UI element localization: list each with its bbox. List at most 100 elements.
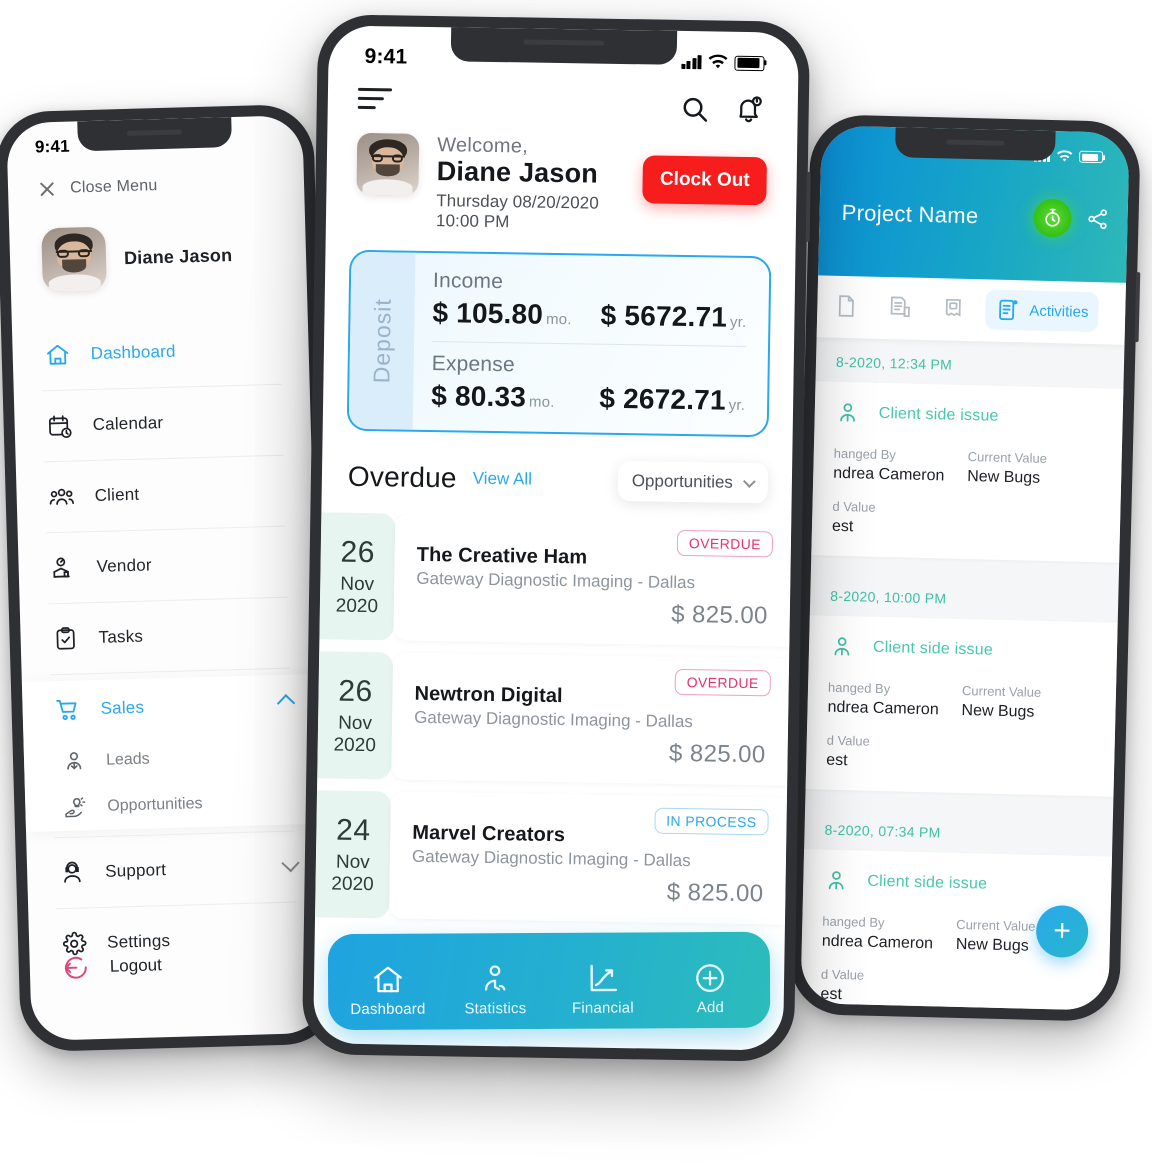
divider <box>43 454 284 463</box>
field-value: ndrea Cameron <box>821 932 934 953</box>
income-values: $ 105.80 mo. $ 5672.71 yr. <box>432 297 746 334</box>
avatar <box>356 132 420 196</box>
field-label: hanged By <box>833 445 897 463</box>
income-yearly-unit: yr. <box>729 313 747 331</box>
person-activity-icon <box>823 868 850 895</box>
section-title: Overdue <box>347 460 457 494</box>
status-badge: IN PROCESS <box>654 807 769 836</box>
page-title: Project Name <box>841 199 979 229</box>
income-yearly: $ 5672.71 yr. <box>600 300 746 334</box>
project-header: Project Name <box>818 125 1130 283</box>
income-monthly-amount: $ 105.80 <box>432 297 544 330</box>
tab-invoice[interactable] <box>877 287 924 328</box>
chevron-down-icon[interactable] <box>281 853 300 873</box>
activity-title: Client side issue <box>867 872 988 893</box>
shopping-cart-icon <box>54 696 81 723</box>
center-phone-dashboard-screen: 9:41 Welcome, Diane Jason Thursday 08/20… <box>301 14 811 1062</box>
welcome-text: Welcome, Diane Jason Thursday 08/20/2020… <box>436 134 626 234</box>
sidebar-item-dashboard[interactable]: Dashboard <box>12 319 310 385</box>
sidebar-item-leads[interactable]: Leads <box>23 732 320 786</box>
activity-title: Client side issue <box>878 404 999 425</box>
field-label: Current Value <box>967 449 1048 466</box>
date-day: 26 <box>338 674 374 708</box>
field-value: New Bugs <box>961 701 1035 721</box>
overdue-row[interactable]: 26 Nov 2020 OVERDUE The Creative Ham Gat… <box>319 512 792 647</box>
view-all-link[interactable]: View All <box>473 469 533 490</box>
notification-bell-icon[interactable] <box>734 95 764 125</box>
activity-card[interactable]: Client side issue hanged By ndrea Camero… <box>805 615 1118 797</box>
date-chip: 26 Nov 2020 <box>319 512 396 641</box>
activity-field: Current Value New Bugs <box>961 683 1096 723</box>
expense-yearly-unit: yr. <box>728 396 746 414</box>
income-yearly-amount: $ 5672.71 <box>600 299 728 333</box>
sidebar-item-client[interactable]: Client <box>16 461 314 527</box>
sidebar-item-calendar[interactable]: Calendar <box>14 390 312 456</box>
stopwatch-icon[interactable] <box>1033 198 1073 238</box>
bottom-nav-label: Dashboard <box>350 1000 426 1018</box>
search-icon[interactable] <box>680 94 710 124</box>
date-year: 2020 <box>335 595 379 617</box>
notch <box>77 117 232 152</box>
overdue-row-body: OVERDUE Newtron Digital Gateway Diagnost… <box>391 652 790 786</box>
chart-growth-icon <box>590 964 617 992</box>
activity-group: 8-2020, 10:00 PM Client side issue hange… <box>805 571 1119 812</box>
tab-document[interactable] <box>823 285 870 326</box>
activity-group: 8-2020, 12:34 PM Client side issue hange… <box>811 337 1125 578</box>
plus-icon: + <box>1052 914 1072 948</box>
company-subtitle: Gateway Diagnostic Imaging - Dallas <box>416 568 696 593</box>
income-monthly-unit: mo. <box>545 310 572 329</box>
statistics-person-icon <box>485 965 506 991</box>
company-subtitle: Gateway Diagnostic Imaging - Dallas <box>411 846 691 871</box>
profile-block[interactable]: Diane Jason <box>8 191 307 293</box>
menu-body: Close Menu Diane Jason Dashboard Calenda… <box>6 115 328 1041</box>
field-value: ndrea Cameron <box>827 698 939 719</box>
signal-icon <box>680 55 702 70</box>
sidebar-item-sales[interactable]: Sales <box>22 674 320 740</box>
bottom-nav-add[interactable]: Add <box>656 961 764 1017</box>
amount: $ 825.00 <box>668 739 766 769</box>
center-phone-screen: 9:41 Welcome, Diane Jason Thursday 08/20… <box>313 25 799 1051</box>
activity-title-row: Client side issue <box>834 400 1103 433</box>
overdue-row[interactable]: 24 Nov 2020 IN PROCESS Marvel Creators G… <box>315 790 787 925</box>
date-year: 2020 <box>331 873 374 895</box>
tab-receipt[interactable] <box>931 288 978 329</box>
expense-yearly: $ 2672.71 yr. <box>599 383 745 417</box>
opportunities-dropdown[interactable]: Opportunities <box>617 460 769 504</box>
date-month: Nov <box>335 851 370 873</box>
sidebar-item-support[interactable]: Support <box>26 837 324 903</box>
income-monthly: $ 105.80 mo. <box>432 297 572 331</box>
overdue-row-body: IN PROCESS Marvel Creators Gateway Diagn… <box>389 791 787 925</box>
activity-card[interactable]: Client side issue hanged By ndrea Camero… <box>811 381 1124 563</box>
wifi-icon <box>1057 149 1073 161</box>
field-label: d Value <box>826 732 871 749</box>
activity-date: 8-2020, 10:00 PM <box>830 587 947 607</box>
sidebar-label: Opportunities <box>107 795 203 815</box>
clock-out-button[interactable]: Clock Out <box>642 155 768 206</box>
bottom-nav-label: Financial <box>571 999 634 1017</box>
overdue-row[interactable]: 26 Nov 2020 OVERDUE Newtron Digital Gate… <box>317 651 790 786</box>
clipboard-check-icon <box>52 625 79 652</box>
bottom-nav-financial[interactable]: Financial <box>549 961 657 1017</box>
expense-yearly-amount: $ 2672.71 <box>599 382 726 416</box>
close-icon <box>38 180 56 198</box>
sidebar-item-opportunities[interactable]: Opportunities <box>25 778 322 832</box>
sidebar-item-vendor[interactable]: Vendor <box>18 532 316 598</box>
deposit-card: Deposit Income $ 105.80 mo. $ 5672.71 yr. <box>346 249 772 438</box>
tab-activities[interactable]: Activities <box>984 289 1099 333</box>
profile-name: Diane Jason <box>123 244 233 268</box>
header-actions <box>1033 198 1110 239</box>
sidebar-label: Support <box>104 860 167 881</box>
sidebar-item-tasks[interactable]: Tasks <box>20 603 318 669</box>
sidebar-label: Leads <box>105 750 150 769</box>
hand-bulb-icon <box>63 795 88 820</box>
bottom-nav-label: Add <box>696 999 725 1017</box>
chevron-up-icon[interactable] <box>276 694 296 713</box>
bottom-nav-statistics[interactable]: Statistics <box>441 962 549 1018</box>
person-activity-icon <box>829 634 856 661</box>
share-icon[interactable] <box>1085 207 1110 232</box>
bottom-nav-dashboard[interactable]: Dashboard <box>334 963 442 1019</box>
date-day: 24 <box>335 813 371 847</box>
headset-agent-icon <box>59 859 86 886</box>
field-label: Current Value <box>961 682 1042 700</box>
divider <box>45 525 286 534</box>
